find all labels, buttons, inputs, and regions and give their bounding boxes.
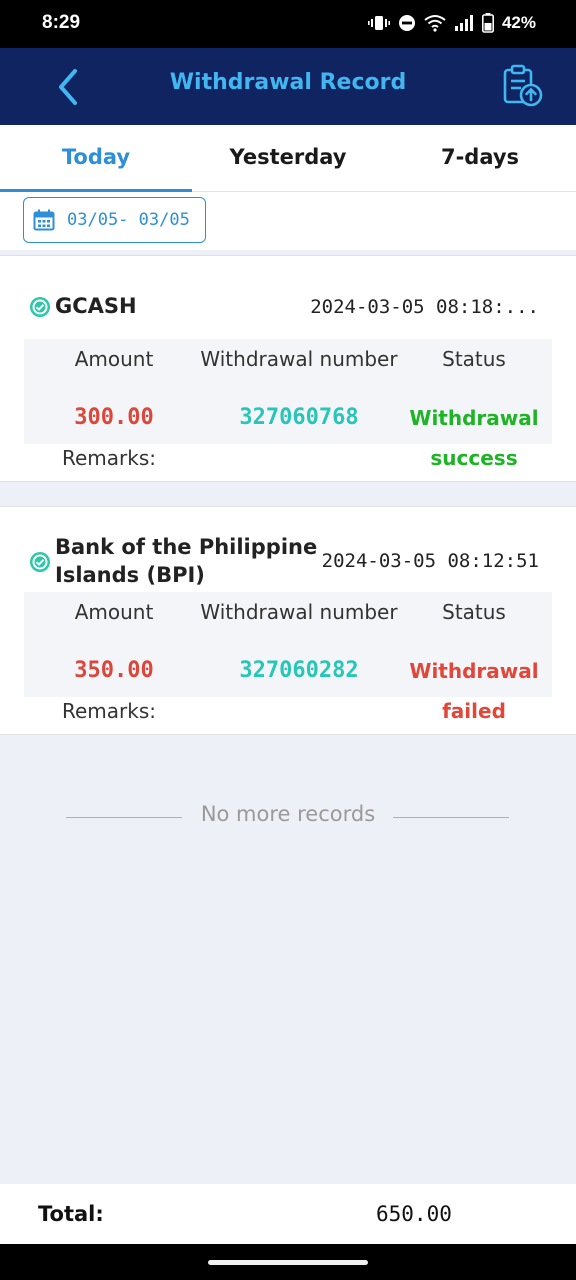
tab-today[interactable]: Today (0, 125, 192, 192)
total-bar: Total: 650.00 (0, 1184, 576, 1244)
record-time: 2024-03-05 08:12:51 (321, 550, 539, 572)
page-title: Withdrawal Record (169, 70, 407, 95)
amount-value: 350.00 (74, 658, 154, 683)
record-details: Amount Withdrawal number Status 350.00 3… (24, 592, 552, 697)
status-value-line2: failed (442, 699, 506, 723)
status-value-line2: success (430, 446, 518, 470)
remarks-label: Remarks: (62, 699, 157, 723)
withdrawal-number-header: Withdrawal number (200, 600, 398, 624)
remarks-label: Remarks: (62, 446, 157, 470)
calendar-icon (33, 209, 55, 231)
record-card[interactable]: GCASH 2024-03-05 08:18:... Amount Withdr… (0, 255, 576, 482)
status-header: Status (442, 347, 506, 371)
clipboard-upload-icon[interactable] (502, 64, 544, 108)
signal-icon (454, 15, 473, 31)
battery-percent: 42% (501, 13, 536, 32)
home-gesture-handle[interactable] (208, 1260, 368, 1265)
date-range-text: 03/05- 03/05 (67, 210, 190, 230)
bank-check-icon (30, 297, 50, 317)
bank-name: Bank of the Philippine Islands (BPI) (55, 533, 317, 589)
status-value: Withdrawal (409, 406, 539, 430)
divider-right (393, 817, 509, 818)
withdrawal-number-value: 327060768 (239, 405, 359, 430)
system-status-bar: 8:29 42% (0, 0, 576, 48)
total-label: Total: (38, 1202, 104, 1226)
amount-header: Amount (74, 347, 154, 371)
status-header: Status (442, 600, 506, 624)
record-time: 2024-03-05 08:18:... (310, 296, 539, 318)
tab-7-days[interactable]: 7-days (384, 125, 576, 192)
bank-name-line1: Bank of the Philippine (55, 535, 318, 559)
app-header: Withdrawal Record (0, 48, 576, 125)
battery-icon (481, 13, 494, 33)
end-of-list: No more records (0, 800, 576, 834)
status-icons: 42% (367, 13, 536, 33)
date-tabs: Today Yesterday 7-days (0, 125, 576, 192)
date-filter-row: 03/05- 03/05 (0, 192, 576, 250)
status-time: 8:29 (42, 12, 81, 33)
system-nav-bar (0, 1244, 576, 1280)
bank-name-line2: Islands (BPI) (55, 563, 205, 587)
date-range-button[interactable]: 03/05- 03/05 (23, 197, 206, 243)
vibrate-icon (367, 16, 390, 30)
withdrawal-number-header: Withdrawal number (200, 347, 398, 371)
no-more-records-text: No more records (200, 802, 376, 826)
withdrawal-number-value: 327060282 (239, 658, 359, 683)
wifi-icon (424, 15, 446, 32)
tab-yesterday[interactable]: Yesterday (192, 125, 384, 192)
amount-value: 300.00 (74, 405, 154, 430)
amount-header: Amount (74, 600, 154, 624)
record-card[interactable]: Bank of the Philippine Islands (BPI) 202… (0, 506, 576, 735)
do-not-disturb-icon (398, 15, 415, 31)
bank-check-icon (30, 552, 50, 572)
status-value: Withdrawal (409, 659, 539, 683)
total-value: 650.00 (376, 1202, 452, 1226)
record-details: Amount Withdrawal number Status 300.00 3… (24, 339, 552, 444)
bank-name: GCASH (55, 294, 137, 318)
